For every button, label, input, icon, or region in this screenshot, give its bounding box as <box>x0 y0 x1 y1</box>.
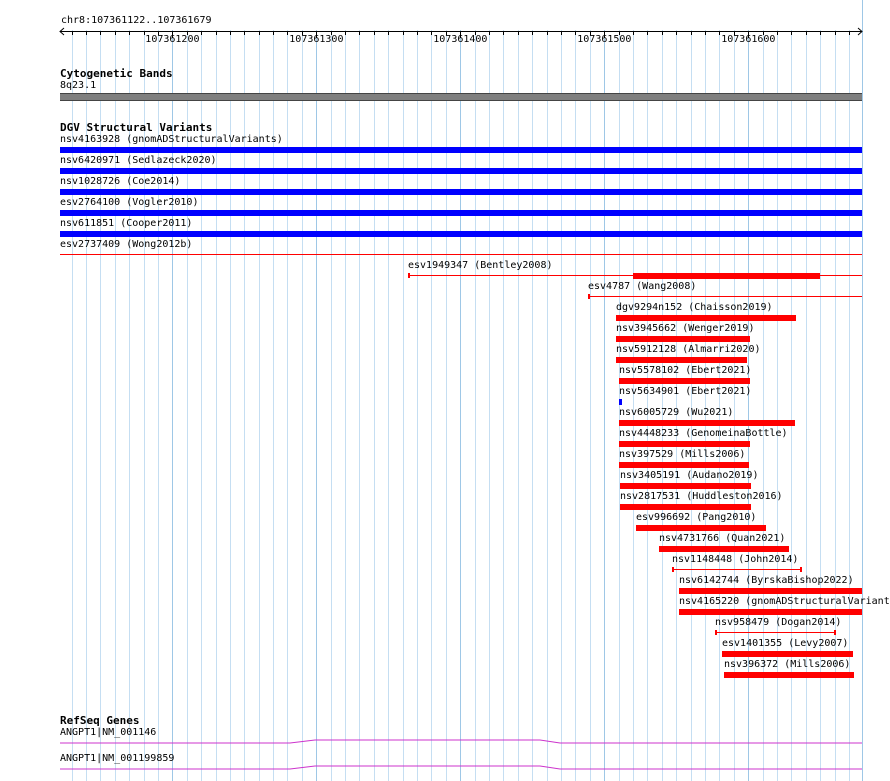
variant-feature[interactable] <box>60 254 862 255</box>
variant-end-tick <box>800 567 802 572</box>
variant-feature[interactable] <box>659 546 789 552</box>
variant-label[interactable]: nsv6005729 (Wu2021) <box>619 407 733 419</box>
variant-label[interactable]: nsv6142744 (ByrskaBishop2022) <box>679 575 854 587</box>
variant-label[interactable]: nsv3945662 (Wenger2019) <box>616 323 754 335</box>
variant-label[interactable]: nsv4165220 (gnomADStructuralVariants) <box>679 596 890 608</box>
gene-label[interactable]: ANGPT1|NM_001199859 <box>60 753 174 765</box>
variant-label[interactable]: esv2764100 (Vogler2010) <box>60 197 198 209</box>
variant-feature[interactable] <box>620 504 751 510</box>
variant-label[interactable]: nsv1148448 (John2014) <box>672 554 798 566</box>
gene-label[interactable]: ANGPT1|NM_001146 <box>60 727 156 739</box>
variant-start-tick <box>715 630 717 635</box>
variant-feature[interactable] <box>672 569 802 570</box>
variant-label[interactable]: esv1401355 (Levy2007) <box>722 638 848 650</box>
variant-feature[interactable] <box>60 189 862 195</box>
variant-feature[interactable] <box>60 231 862 237</box>
variant-feature[interactable] <box>636 525 766 531</box>
variant-start-tick <box>588 294 590 299</box>
variant-label[interactable]: esv4787 (Wang2008) <box>588 281 696 293</box>
variant-label[interactable]: nsv4448233 (GenomeinaBottle) <box>619 428 788 440</box>
ruler-tick-label: 107361200 <box>145 34 200 45</box>
variant-feature[interactable] <box>679 588 862 594</box>
variant-label[interactable]: nsv1028726 (Coe2014) <box>60 176 180 188</box>
variant-label[interactable]: nsv396372 (Mills2006) <box>724 659 850 671</box>
refseq-track-title: RefSeq Genes <box>60 714 140 727</box>
variant-feature[interactable] <box>588 296 862 297</box>
variant-feature[interactable] <box>620 483 751 489</box>
variant-label[interactable]: nsv2817531 (Huddleston2016) <box>620 491 783 503</box>
ruler-tick-label: 107361300 <box>289 34 344 45</box>
variant-feature[interactable] <box>60 210 862 216</box>
cytoband-bar[interactable] <box>60 93 862 101</box>
gene-feature[interactable] <box>60 763 863 773</box>
variant-feature[interactable] <box>616 357 747 363</box>
variant-feature[interactable] <box>619 462 749 468</box>
variant-label[interactable]: nsv5634901 (Ebert2021) <box>619 386 751 398</box>
variant-label[interactable]: nsv4731766 (Quan2021) <box>659 533 785 545</box>
ruler-tick-label: 107361600 <box>721 34 776 45</box>
variant-label[interactable]: dgv9294n152 (Chaisson2019) <box>616 302 773 314</box>
variant-start-tick <box>408 273 410 278</box>
variant-feature[interactable] <box>619 399 622 405</box>
variant-label[interactable]: nsv958479 (Dogan2014) <box>715 617 841 629</box>
variant-feature[interactable] <box>619 441 750 447</box>
variant-label[interactable]: nsv397529 (Mills2006) <box>619 449 745 461</box>
variant-feature[interactable] <box>679 609 862 615</box>
gene-feature[interactable] <box>60 737 863 747</box>
variant-label[interactable]: nsv5578102 (Ebert2021) <box>619 365 751 377</box>
dgv-track-title: DGV Structural Variants <box>60 121 213 134</box>
variant-label[interactable]: nsv3405191 (Audano2019) <box>620 470 758 482</box>
variant-thick-segment[interactable] <box>633 273 820 279</box>
variant-feature[interactable] <box>60 147 862 153</box>
ruler-tick-label: 107361500 <box>577 34 632 45</box>
variant-label[interactable]: nsv5912128 (Almarri2020) <box>616 344 761 356</box>
ruler-tick-label: 107361400 <box>433 34 488 45</box>
variant-feature[interactable] <box>722 651 853 657</box>
variant-feature[interactable] <box>60 168 862 174</box>
cytoband-label: 8q23.1 <box>60 80 97 91</box>
cytoband-track-title: Cytogenetic Bands <box>60 67 173 80</box>
variant-feature[interactable] <box>619 378 750 384</box>
variant-feature[interactable] <box>619 420 795 426</box>
variant-feature[interactable] <box>715 632 836 633</box>
variant-start-tick <box>672 567 674 572</box>
variant-label[interactable]: esv2737409 (Wong2012b) <box>60 239 192 251</box>
variant-end-tick <box>834 630 836 635</box>
variant-feature[interactable] <box>616 315 796 321</box>
variant-label[interactable]: esv1949347 (Bentley2008) <box>408 260 553 272</box>
variant-label[interactable]: nsv4163928 (gnomADStructuralVariants) <box>60 134 283 146</box>
variant-label[interactable]: nsv611851 (Cooper2011) <box>60 218 192 230</box>
variant-label[interactable]: esv996692 (Pang2010) <box>636 512 756 524</box>
variant-feature[interactable] <box>616 336 750 342</box>
variant-feature[interactable] <box>724 672 854 678</box>
variant-label[interactable]: nsv6420971 (Sedlazeck2020) <box>60 155 217 167</box>
